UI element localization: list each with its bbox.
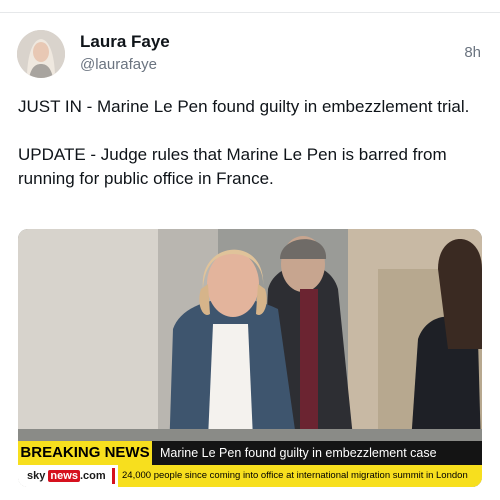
post-media[interactable]: BREAKING NEWS Marine Le Pen found guilty…: [18, 229, 482, 487]
logo-prefix: sky: [27, 470, 46, 482]
post-text: JUST IN - Marine Le Pen found guilty in …: [18, 97, 470, 188]
author-name[interactable]: Laura Faye: [80, 32, 170, 52]
news-headline: Marine Le Pen found guilty in embezzleme…: [152, 441, 482, 465]
top-divider: [0, 0, 500, 13]
post-timestamp[interactable]: 8h: [464, 44, 481, 61]
logo-news: news: [48, 470, 80, 482]
news-ticker: sky news .com 24,000 people since coming …: [18, 465, 482, 487]
sky-news-logo: sky news .com: [18, 465, 112, 487]
avatar[interactable]: [17, 30, 65, 78]
avatar-image: [17, 30, 65, 78]
logo-suffix: .com: [79, 470, 106, 482]
ticker-text: 24,000 people since coming into office a…: [118, 465, 482, 487]
breaking-news-banner: BREAKING NEWS Marine Le Pen found guilty…: [18, 441, 482, 465]
author-handle[interactable]: @laurafaye: [80, 56, 157, 73]
ticker-separator: [112, 468, 115, 484]
breaking-news-label: BREAKING NEWS: [18, 441, 152, 465]
